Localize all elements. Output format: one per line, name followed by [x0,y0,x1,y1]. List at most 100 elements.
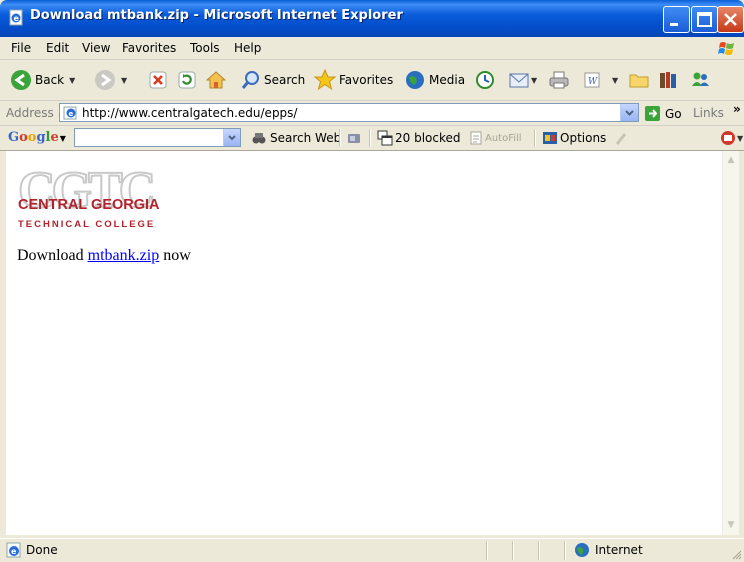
media-button[interactable]: Media [404,67,465,93]
search-icon [241,71,259,89]
history-button[interactable] [475,67,495,93]
scroll-up-icon[interactable]: ▲ [724,152,738,168]
back-dropdown-icon[interactable]: ▼ [69,76,75,85]
address-dropdown-button[interactable] [620,104,638,121]
forward-arrow-icon [95,70,115,90]
links-toolbar[interactable]: Links [693,106,724,120]
download-link[interactable]: mtbank.zip [88,247,160,264]
search-label: Search [264,73,306,87]
word-edit-icon: W [584,72,600,88]
translate-icon [721,131,735,145]
print-button[interactable] [548,67,570,93]
address-url: http://www.centralgatech.edu/epps/ [82,106,298,120]
translate-dropdown-icon[interactable]: ▼ [737,134,743,143]
folder-icon [629,74,649,88]
star-icon [314,69,336,91]
status-separator [486,541,488,560]
research-button[interactable] [657,67,679,93]
download-suffix: now [163,247,191,264]
home-button[interactable] [205,67,227,93]
chevron-down-icon [228,135,236,141]
vertical-scrollbar[interactable]: ▲ ▼ [722,151,739,535]
close-icon [724,13,737,26]
messenger-icon [692,72,709,86]
scroll-down-icon[interactable]: ▼ [724,517,738,533]
refresh-button[interactable] [177,67,197,93]
menu-file[interactable]: File [11,41,31,55]
research-books-icon [660,72,676,88]
maximize-button[interactable] [691,6,718,33]
favorites-label: Favorites [339,73,394,87]
popup-blocker-icon [377,130,393,146]
toolbar-separator [369,129,371,147]
favorites-button[interactable]: Favorites [314,67,393,93]
printer-icon [549,71,569,89]
discuss-button[interactable] [628,67,650,93]
menu-favorites[interactable]: Favorites [122,41,176,55]
close-button[interactable] [717,6,744,33]
internet-globe-icon [575,543,589,557]
svg-text:e: e [69,110,74,118]
menu-tools[interactable]: Tools [190,41,220,55]
search-button[interactable]: Search [241,67,305,93]
pencil-icon[interactable] [613,130,627,146]
standard-toolbar: Back ▼ ▼ Search Favorites Media ▼ W ▼ [0,60,744,101]
google-logo-menu[interactable]: Google▼ [8,130,66,145]
ie-page-icon: e [6,542,21,558]
messenger-button[interactable] [689,67,711,93]
menu-view[interactable]: View [82,41,110,55]
autofill-label: AutoFill [485,132,522,144]
autofill-button[interactable]: AutoFill [469,130,522,146]
forward-button[interactable]: ▼ [94,67,127,93]
translate-button[interactable]: ▼ [720,130,743,146]
toolbar-overflow-chevron[interactable]: » [733,102,741,116]
minimize-button[interactable] [663,6,690,33]
download-prefix: Download [17,247,84,264]
minimize-icon [670,23,678,26]
resize-grip-icon[interactable] [732,550,742,560]
back-label: Back [35,73,65,87]
pagerank-button[interactable] [346,130,362,146]
maximize-icon [697,12,712,27]
menu-help[interactable]: Help [234,41,261,55]
menu-edit[interactable]: Edit [46,41,69,55]
mail-icon [509,73,529,88]
cgtc-logo: CGTC CENTRAL GEORGIA TECHNICAL COLLEGE [17,161,160,230]
page-viewport: CGTC CENTRAL GEORGIA TECHNICAL COLLEGE D… [6,151,722,535]
address-input[interactable]: e http://www.centralgatech.edu/epps/ [59,103,639,122]
stop-icon [149,71,167,89]
edit-dropdown-icon[interactable]: ▼ [612,76,618,85]
svg-text:e: e [11,547,17,556]
status-separator [538,541,540,560]
security-zone[interactable]: Internet [574,542,643,558]
forward-dropdown-icon[interactable]: ▼ [121,76,127,85]
popup-blocker-button[interactable]: 20 blocked [377,130,461,146]
cgtc-logo-graphic: CGTC CENTRAL GEORGIA TECHNICAL COLLEGE [17,161,160,230]
toolbar-separator [339,129,341,147]
options-label: Options [560,131,607,145]
mail-dropdown-icon[interactable]: ▼ [531,76,537,85]
go-button[interactable]: Go [644,105,682,122]
title-bar[interactable]: e Download mtbank.zip - Microsoft Intern… [0,0,744,37]
options-icon [543,132,557,144]
pagerank-icon [348,134,360,143]
back-button[interactable]: Back ▼ [10,67,75,93]
address-label: Address [6,106,54,120]
refresh-icon [178,71,196,89]
history-icon [476,71,494,89]
options-button[interactable]: Options [542,130,627,146]
edit-button[interactable]: W ▼ [582,67,618,93]
chevron-down-icon [625,110,634,116]
stop-button[interactable] [148,67,168,93]
google-search-dropdown[interactable] [223,129,240,146]
svg-text:W: W [588,77,598,87]
mail-button[interactable]: ▼ [508,67,537,93]
status-separator [564,541,566,560]
go-label: Go [665,106,682,121]
address-bar: Address e http://www.centralgatech.edu/e… [0,101,744,126]
zone-label: Internet [595,543,643,557]
google-search-input[interactable] [74,128,241,147]
home-icon [205,71,227,89]
autofill-icon [470,131,482,145]
go-arrow-icon [645,106,660,121]
